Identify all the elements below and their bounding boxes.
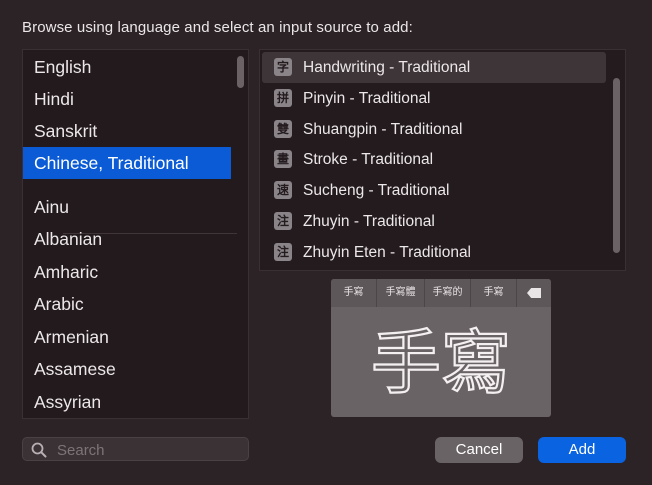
source-item-zhuyin[interactable]: 注 Zhuyin - Traditional [262, 206, 606, 237]
language-item-albanian[interactable]: Albanian [23, 223, 231, 255]
add-button[interactable]: Add [538, 437, 626, 463]
source-item-label: Stroke - Traditional [303, 151, 434, 168]
language-item-hindi[interactable]: Hindi [23, 83, 231, 115]
search-icon [31, 442, 47, 458]
input-source-dialog: Browse using language and select an inpu… [0, 0, 652, 485]
source-item-label: Zhuyin Eten - Traditional [303, 244, 472, 261]
candidate-2: 手寫體 [377, 279, 425, 307]
language-item-sanskrit[interactable]: Sanskrit [23, 115, 231, 147]
source-item-label: Sucheng - Traditional [303, 182, 450, 199]
candidate-3: 手寫的 [425, 279, 471, 307]
search-field[interactable] [22, 437, 249, 461]
source-item-label: Shuangpin - Traditional [303, 121, 463, 138]
stroke-source-icon: 畫 [274, 150, 292, 168]
language-item-ainu[interactable]: Ainu [23, 191, 231, 223]
zhuyin-source-icon: 注 [274, 212, 292, 230]
handwriting-strokes: 手寫 [370, 321, 512, 405]
source-item-handwriting[interactable]: 字 Handwriting - Traditional [262, 52, 606, 83]
language-list[interactable]: English Hindi Sanskrit Chinese, Traditio… [22, 49, 249, 419]
language-item-english[interactable]: English [23, 51, 231, 83]
source-item-pinyin[interactable]: 拼 Pinyin - Traditional [262, 83, 606, 114]
language-item-amharic[interactable]: Amharic [23, 256, 231, 288]
language-list-scrollbar[interactable] [237, 56, 244, 88]
dialog-prompt: Browse using language and select an inpu… [22, 19, 413, 36]
source-item-label: Handwriting - Traditional [303, 59, 471, 76]
input-source-list[interactable]: 字 Handwriting - Traditional 拼 Pinyin - T… [259, 49, 626, 271]
handwritten-characters: 手寫 [371, 322, 511, 404]
source-item-stroke[interactable]: 畫 Stroke - Traditional [262, 144, 606, 175]
source-item-sucheng[interactable]: 速 Sucheng - Traditional [262, 175, 606, 206]
language-item-chinese-traditional[interactable]: Chinese, Traditional [23, 147, 231, 179]
candidate-1: 手寫 [331, 279, 377, 307]
language-item-armenian[interactable]: Armenian [23, 321, 231, 353]
language-item-arabic[interactable]: Arabic [23, 288, 231, 320]
source-item-label: Pinyin - Traditional [303, 90, 431, 107]
language-item-assyrian[interactable]: Assyrian [23, 386, 231, 418]
candidate-4: 手寫 [471, 279, 517, 307]
language-item-assamese[interactable]: Assamese [23, 353, 231, 385]
source-item-zhuyin-eten[interactable]: 注 Zhuyin Eten - Traditional [262, 237, 606, 268]
source-item-label: Zhuyin - Traditional [303, 213, 435, 230]
zhuyin-eten-source-icon: 注 [274, 243, 292, 261]
handwriting-source-icon: 字 [274, 58, 292, 76]
sucheng-source-icon: 速 [274, 181, 292, 199]
candidate-bar: 手寫 手寫體 手寫的 手寫 [331, 279, 551, 307]
search-input[interactable] [55, 439, 244, 461]
shuangpin-source-icon: 雙 [274, 120, 292, 138]
delete-backward-icon [517, 279, 551, 307]
pinyin-source-icon: 拼 [274, 89, 292, 107]
cancel-button[interactable]: Cancel [435, 437, 523, 463]
source-item-shuangpin[interactable]: 雙 Shuangpin - Traditional [262, 114, 606, 145]
handwriting-preview: 手寫 手寫體 手寫的 手寫 手寫 [331, 279, 551, 417]
source-list-scrollbar[interactable] [613, 78, 620, 253]
